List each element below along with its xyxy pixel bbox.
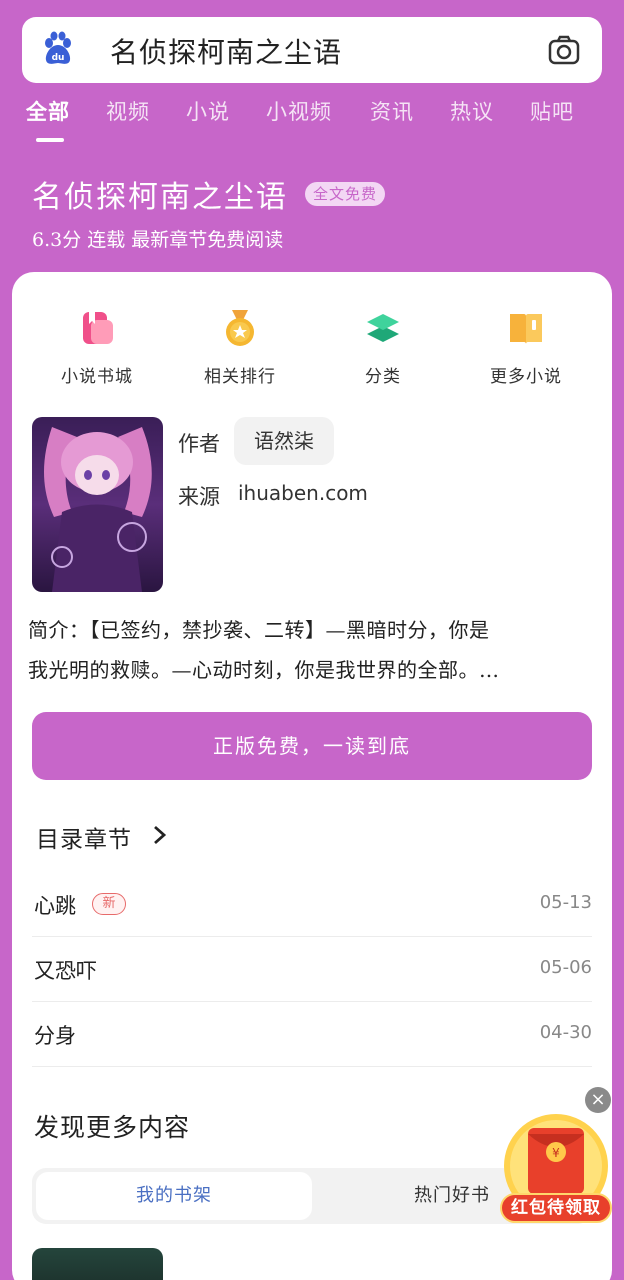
quick-link-category[interactable]: 分类 xyxy=(308,308,458,387)
chapter-row[interactable]: 心跳 新 05-13 xyxy=(32,872,592,937)
author-label: 作者 xyxy=(178,432,220,456)
medal-icon xyxy=(226,310,254,346)
chapter-name: 分身 xyxy=(34,1024,76,1048)
quick-link-label: 相关排行 xyxy=(204,367,276,387)
tab-video[interactable]: 视频 xyxy=(106,96,150,126)
chapter-name: 又恐吓 xyxy=(34,959,97,983)
baidu-paw-icon[interactable]: du xyxy=(40,31,76,67)
open-book-icon xyxy=(510,314,542,344)
tab-all[interactable]: 全部 xyxy=(26,96,70,126)
active-tab-indicator xyxy=(36,138,64,142)
intro-line: 我光明的救赎。—心动时刻，你是我世界的全部。… xyxy=(28,658,500,682)
tab-novel[interactable]: 小说 xyxy=(186,96,230,126)
search-input[interactable]: 名侦探柯南之尘语 xyxy=(110,31,342,71)
bookstore-icon xyxy=(83,312,113,344)
camera-icon[interactable] xyxy=(548,34,580,66)
tab-discussion[interactable]: 热议 xyxy=(450,96,494,126)
book-cover-image[interactable] xyxy=(32,417,163,592)
chapter-name: 心跳 xyxy=(34,894,76,918)
new-badge: 新 xyxy=(92,893,126,915)
layers-icon xyxy=(367,314,399,342)
source-link[interactable]: ihuaben.com xyxy=(238,481,368,505)
book-meta: 6.3分 连载 最新章节免费阅读 xyxy=(32,229,284,251)
tab-news[interactable]: 资讯 xyxy=(370,96,414,126)
book-title[interactable]: 名侦探柯南之尘语 xyxy=(32,172,288,216)
discover-heading: 发现更多内容 xyxy=(34,1113,191,1142)
quick-link-bookstore[interactable]: 小说书城 xyxy=(22,308,172,387)
free-badge: 全文免费 xyxy=(305,182,386,206)
source-label: 来源 xyxy=(178,485,220,509)
book-intro[interactable]: 简介：【已签约，禁抄袭、二转】—黑暗时分，你是 我光明的救赎。—心动时刻，你是我… xyxy=(28,610,600,690)
chapter-date: 05-06 xyxy=(539,957,592,978)
chapter-date: 05-13 xyxy=(539,892,592,913)
quick-link-label: 更多小说 xyxy=(490,367,562,387)
quick-link-label: 分类 xyxy=(365,367,401,387)
tab-my-bookshelf[interactable]: 我的书架 xyxy=(36,1172,312,1220)
search-tabs: 全部 视频 小说 小视频 资讯 热议 贴吧 xyxy=(0,92,624,142)
chevron-right-icon[interactable] xyxy=(152,824,168,846)
tab-tieba[interactable]: 贴吧 xyxy=(530,96,574,126)
svg-text:¥: ¥ xyxy=(552,1146,560,1160)
book-thumbnail[interactable] xyxy=(32,1248,163,1280)
author-chip[interactable]: 语然柒 xyxy=(234,417,334,465)
svg-text:du: du xyxy=(52,53,65,63)
red-packet-label[interactable]: 红包待领取 xyxy=(500,1193,612,1223)
tab-short-video[interactable]: 小视频 xyxy=(266,96,332,126)
chapter-date: 04-30 xyxy=(539,1022,592,1043)
read-free-button[interactable]: 正版免费，一读到底 xyxy=(32,712,592,780)
quick-link-label: 小说书城 xyxy=(61,367,133,387)
chapter-row[interactable]: 又恐吓 05-06 xyxy=(32,937,592,1002)
quick-link-more-novels[interactable]: 更多小说 xyxy=(451,308,601,387)
intro-line: 简介：【已签约，禁抄袭、二转】—黑暗时分，你是 xyxy=(28,618,490,642)
toc-heading[interactable]: 目录章节 xyxy=(36,820,132,854)
close-icon[interactable]: × xyxy=(585,1087,611,1113)
quick-link-ranking[interactable]: 相关排行 xyxy=(165,308,315,387)
chapter-row[interactable]: 分身 04-30 xyxy=(32,1002,592,1067)
search-bar[interactable]: du 名侦探柯南之尘语 xyxy=(22,17,602,83)
